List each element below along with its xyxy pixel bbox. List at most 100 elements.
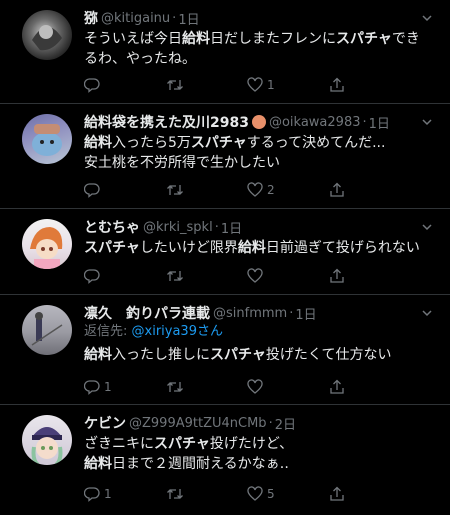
- retweet-button[interactable]: [166, 377, 248, 397]
- highlighted-term: スパチャ: [84, 240, 140, 256]
- timestamp[interactable]: 2日: [275, 414, 296, 433]
- separator: ·: [172, 10, 177, 26]
- highlighted-term: スパチャ: [210, 347, 266, 363]
- tweet[interactable]: とむちゃ @krki_spkl · 1日 スパチャしたいけど限界給料日前過ぎて投…: [0, 209, 450, 295]
- avatar[interactable]: [22, 10, 72, 60]
- tweet-text-line: ざきニキにスパチャ投げたけど、: [84, 434, 434, 454]
- timestamp[interactable]: 1日: [295, 304, 316, 323]
- tweet[interactable]: 給料袋を携えた及川2983 @oikawa2983 · 1日 給料入ったら5万ス…: [0, 104, 450, 209]
- reply-icon: [84, 379, 100, 395]
- like-button[interactable]: [247, 377, 329, 397]
- share-button[interactable]: [329, 266, 411, 286]
- avatar[interactable]: [22, 219, 72, 269]
- reply-icon: [84, 268, 100, 284]
- tweet-text: 給料入ったし推しにスパチャ投げたくて仕方ない: [84, 345, 434, 365]
- avatar[interactable]: [22, 415, 72, 465]
- user-handle[interactable]: @sinfmmm: [213, 306, 287, 321]
- text-segment: 日だしまたフレンに: [210, 31, 336, 47]
- user-handle[interactable]: @kitigainu: [101, 11, 170, 26]
- like-button[interactable]: 1: [247, 75, 329, 95]
- retweet-icon: [166, 486, 184, 502]
- like-button[interactable]: 2: [247, 180, 329, 200]
- reply-context: 返信先: @xiriya39さん: [84, 323, 434, 341]
- timestamp[interactable]: 1日: [369, 113, 390, 132]
- reply-count: 1: [104, 487, 112, 501]
- retweet-icon: [166, 77, 184, 93]
- reply-icon: [84, 182, 100, 198]
- user-handle[interactable]: @Z999A9ttZU4nCMb: [129, 416, 267, 431]
- like-count: 1: [267, 78, 275, 92]
- reply-count: 1: [104, 380, 112, 394]
- share-icon: [329, 486, 345, 502]
- like-icon: [247, 268, 263, 284]
- share-icon: [329, 379, 345, 395]
- reply-button[interactable]: [84, 266, 166, 286]
- tweet-text-line: 給料日まで２週間耐えるかなぁ‥: [84, 454, 434, 474]
- tweet[interactable]: ケビン @Z999A9ttZU4nCMb · 2日 ざきニキにスパチャ投げたけど…: [0, 405, 450, 515]
- text-segment: するって決めてんだ...: [246, 135, 386, 151]
- avatar[interactable]: [22, 114, 72, 164]
- like-icon: [247, 379, 263, 395]
- tweet-text: 給料入ったら5万スパチャするって決めてんだ... 安土桃を不労所得で生かしたい: [84, 133, 434, 173]
- display-name[interactable]: とむちゃ: [84, 217, 140, 237]
- reply-prefix: 返信先:: [84, 324, 132, 339]
- like-icon: [247, 77, 263, 93]
- highlighted-term: スパチャ: [336, 31, 392, 47]
- highlighted-term: 給料: [84, 456, 112, 472]
- display-name[interactable]: 猕: [84, 8, 98, 28]
- retweet-button[interactable]: [166, 75, 248, 95]
- tweet-text-line: 給料入ったら5万スパチャするって決めてんだ...: [84, 133, 434, 153]
- share-button[interactable]: [329, 377, 411, 397]
- text-segment: 安土桃を不労所得で生かしたい: [84, 155, 280, 171]
- like-icon: [247, 182, 263, 198]
- chevron-down-icon[interactable]: [420, 114, 434, 133]
- tweet-text: スパチャしたいけど限界給料日前過ぎて投げられない: [84, 238, 434, 258]
- chevron-down-icon[interactable]: [420, 219, 434, 238]
- reply-button[interactable]: [84, 75, 166, 95]
- user-handle[interactable]: @krki_spkl: [143, 220, 213, 235]
- text-segment: 投げたくて仕方ない: [265, 347, 392, 363]
- like-count: 2: [267, 183, 275, 197]
- timestamp[interactable]: 1日: [178, 9, 199, 28]
- like-button[interactable]: 5: [247, 484, 329, 504]
- text-segment: ざきニキに: [84, 436, 154, 452]
- tweet[interactable]: 凛久 釣りパラ連載 @sinfmmm · 1日 返信先: @xiriya39さん…: [0, 295, 450, 405]
- retweet-icon: [166, 268, 184, 284]
- text-segment: 日まで２週間耐えるかなぁ‥: [112, 456, 289, 472]
- reply-button[interactable]: 1: [84, 484, 166, 504]
- retweet-icon: [166, 379, 184, 395]
- user-handle[interactable]: @oikawa2983: [269, 115, 361, 130]
- reply-to-link[interactable]: @xiriya39さん: [132, 324, 223, 339]
- share-button[interactable]: [329, 180, 411, 200]
- share-button[interactable]: [329, 484, 411, 504]
- like-icon: [247, 486, 263, 502]
- retweet-button[interactable]: [166, 266, 248, 286]
- tweet-text-line: るわ、やったね。: [84, 49, 434, 69]
- text-segment: したいけど限界: [139, 240, 238, 256]
- retweet-button[interactable]: [166, 484, 248, 504]
- highlighted-term: 給料: [84, 135, 112, 151]
- tweet[interactable]: 猕 @kitigainu · 1日 そういえば今日給料日だしまたフレンにスパチャ…: [0, 0, 450, 104]
- separator: ·: [362, 114, 367, 130]
- chevron-down-icon[interactable]: [420, 10, 434, 29]
- display-name[interactable]: 給料袋を携えた及川2983: [84, 112, 249, 132]
- retweet-button[interactable]: [166, 180, 248, 200]
- share-icon: [329, 77, 345, 93]
- tweet-text-line: そういえば今日給料日だしまたフレンにスパチャでき: [84, 29, 434, 49]
- avatar[interactable]: [22, 305, 72, 355]
- reply-icon: [84, 486, 100, 502]
- display-name[interactable]: 凛久 釣りパラ連載: [84, 303, 210, 323]
- display-name[interactable]: ケビン: [84, 413, 126, 433]
- reply-button[interactable]: 1: [84, 377, 166, 397]
- text-segment: 投げたけど、: [209, 436, 294, 452]
- chevron-down-icon[interactable]: [420, 305, 434, 324]
- highlighted-term: 給料: [182, 31, 210, 47]
- timestamp[interactable]: 1日: [221, 218, 242, 237]
- tweet-text: ざきニキにスパチャ投げたけど、 給料日まで２週間耐えるかなぁ‥: [84, 434, 434, 474]
- like-count: 5: [267, 487, 275, 501]
- reply-button[interactable]: [84, 180, 166, 200]
- separator: ·: [289, 305, 294, 321]
- like-button[interactable]: [247, 266, 329, 286]
- share-button[interactable]: [329, 75, 411, 95]
- share-icon: [329, 182, 345, 198]
